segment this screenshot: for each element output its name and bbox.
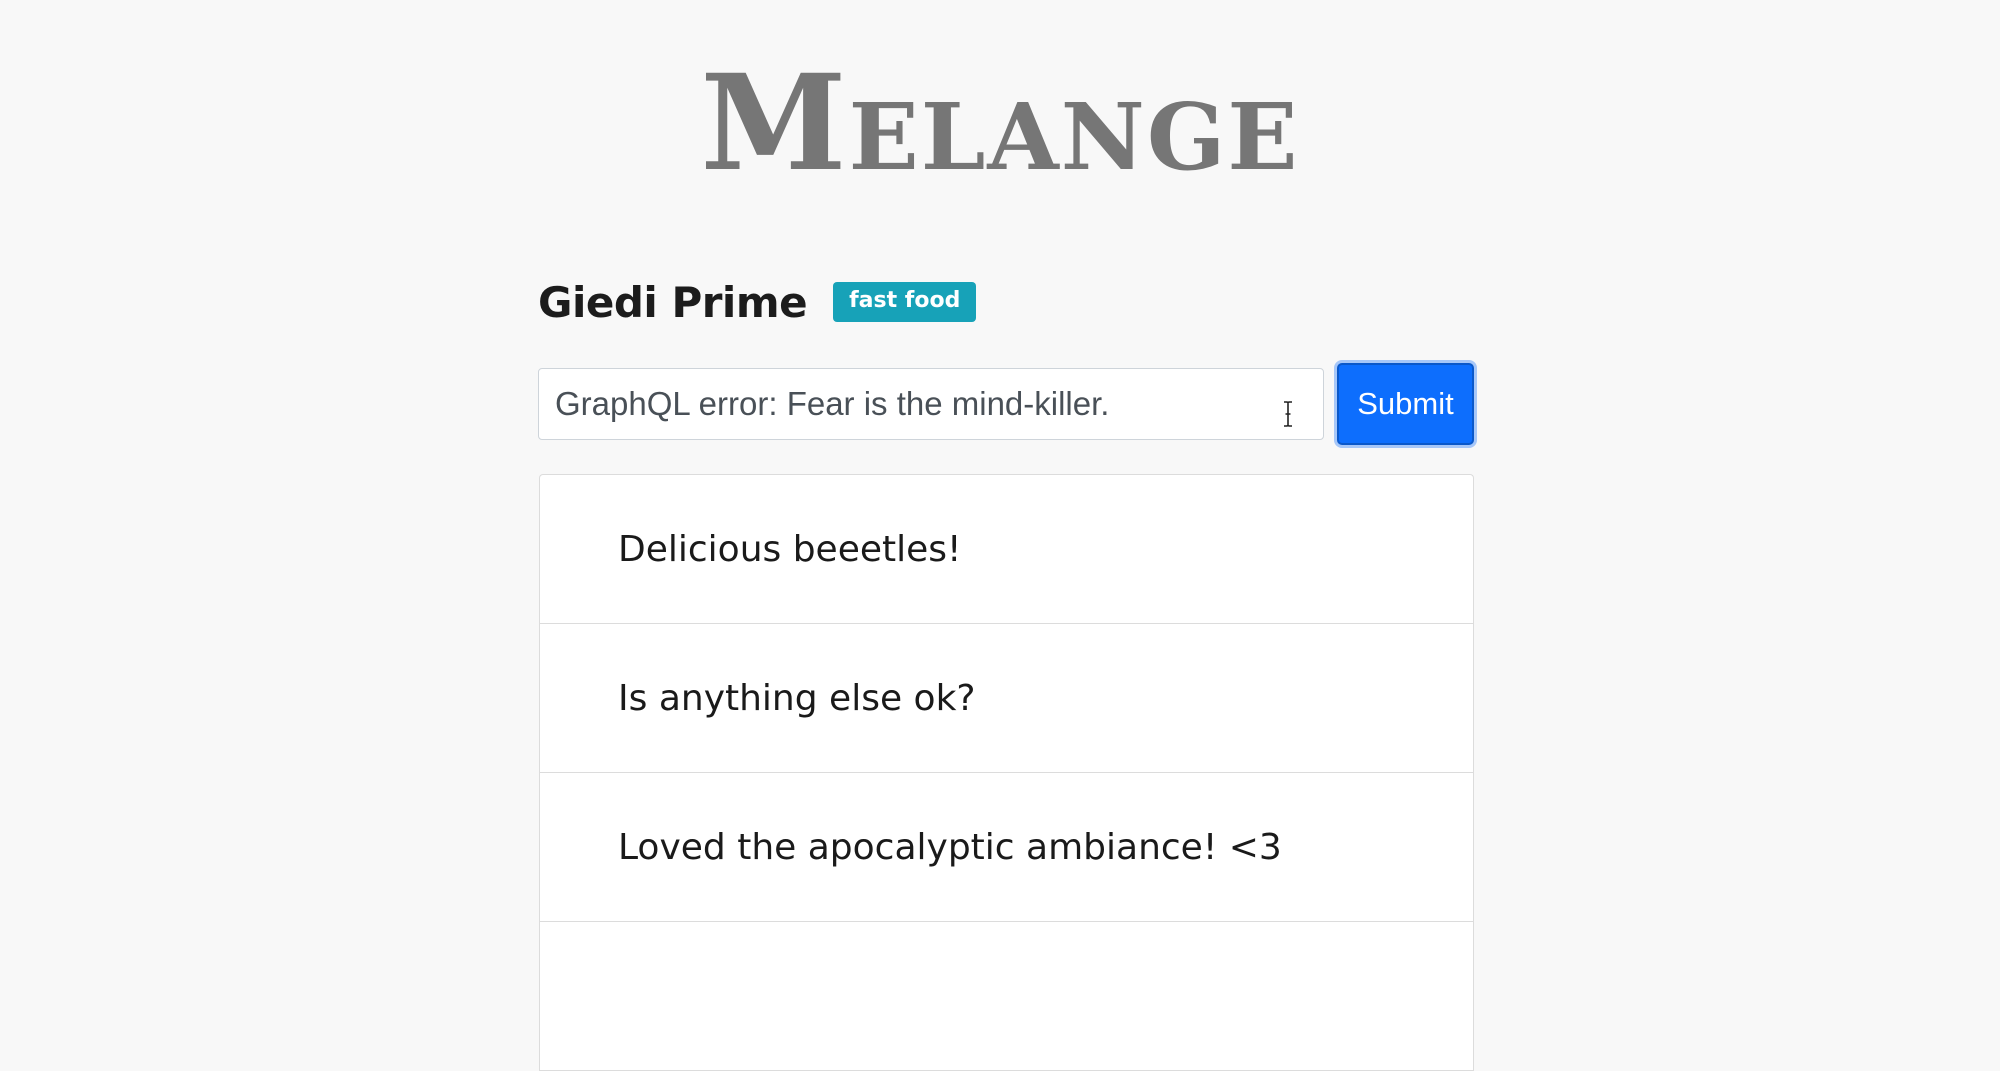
review-item: Delicious beeetles! bbox=[540, 475, 1473, 624]
review-item-partial bbox=[540, 922, 1473, 1071]
app-logo: Melange bbox=[0, 58, 2000, 190]
text-cursor-icon bbox=[1284, 401, 1292, 427]
restaurant-header: Giedi Prime fast food bbox=[538, 272, 977, 332]
review-item: Loved the apocalyptic ambiance! <3 bbox=[540, 773, 1473, 922]
review-item: Is anything else ok? bbox=[540, 624, 1473, 773]
review-input[interactable] bbox=[538, 368, 1324, 440]
category-badge: fast food bbox=[833, 281, 977, 323]
app-logo-text: Melange bbox=[700, 46, 1300, 201]
review-list: Delicious beeetles! Is anything else ok?… bbox=[539, 474, 1474, 1071]
submit-button[interactable]: Submit bbox=[1337, 363, 1474, 445]
restaurant-name: Giedi Prime bbox=[538, 277, 808, 327]
review-form: Submit bbox=[538, 363, 1474, 448]
